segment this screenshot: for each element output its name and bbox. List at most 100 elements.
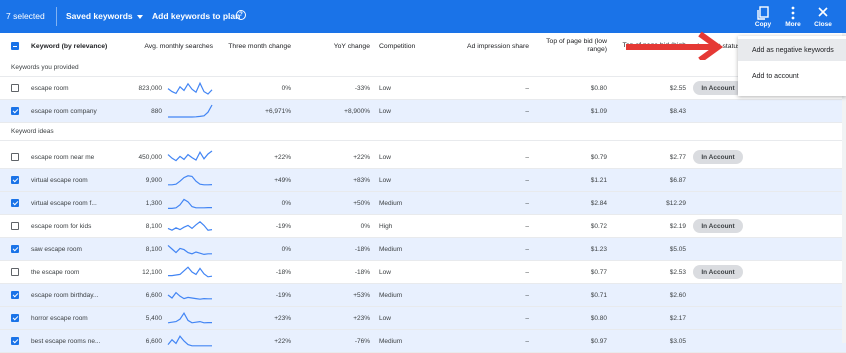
row-checkbox[interactable] <box>11 222 19 230</box>
col-ad-impression-share[interactable]: Ad impression share <box>450 33 529 59</box>
col-keyword[interactable]: Keyword (by relevance) <box>31 33 131 59</box>
row-checkbox[interactable] <box>11 153 19 161</box>
copy-button[interactable]: Copy <box>750 4 776 30</box>
sparkline-path <box>167 150 213 162</box>
table-row[interactable]: escape room near me 450,000 +22% +22% Low – $0… <box>0 146 846 169</box>
competition: High <box>379 222 393 230</box>
help-icon[interactable]: ? <box>236 10 246 20</box>
table-row[interactable]: saw escape room 8,100 0% -18% Medium – $1.23 $5… <box>0 238 846 261</box>
ad-impression-share: – <box>525 176 529 184</box>
close-icon <box>818 7 828 17</box>
row-checkbox[interactable] <box>11 199 19 207</box>
avg-monthly-searches: 5,400 <box>145 314 162 322</box>
sparkline-path <box>167 335 212 347</box>
competition: Medium <box>379 291 403 299</box>
menu-item-add-negative-label: Add as negative keywords <box>752 46 834 54</box>
top-bid-high: $3.05 <box>669 337 686 345</box>
yoy-change: +22% <box>353 153 370 161</box>
in-account-badge: In Account <box>693 219 743 233</box>
three-month-change: 0% <box>281 245 291 253</box>
sparkline-path <box>168 198 212 209</box>
keyword-text: escape room near me <box>31 153 95 161</box>
competition: Medium <box>379 245 403 253</box>
top-bid-low: $0.79 <box>590 153 607 161</box>
col-avg-monthly-searches[interactable]: Avg. monthly searches <box>130 33 213 59</box>
top-bid-low: $1.23 <box>590 245 607 253</box>
row-checkbox[interactable] <box>11 176 19 184</box>
row-checkbox[interactable] <box>11 107 19 115</box>
top-bid-low: $0.97 <box>590 337 607 345</box>
row-checkbox[interactable] <box>11 337 19 345</box>
row-checkbox[interactable] <box>11 268 19 276</box>
ad-impression-share: – <box>525 291 529 299</box>
trend-sparkline <box>167 312 212 324</box>
menu-item-add-to-account-label: Add to account <box>752 72 799 80</box>
more-label: More <box>785 21 801 28</box>
section-provided-label: Keywords you provided <box>11 64 79 71</box>
ad-impression-share: – <box>525 268 529 276</box>
top-bid-high: $2.19 <box>669 222 686 230</box>
three-month-change: +22% <box>274 153 291 161</box>
col-competition[interactable]: Competition <box>379 33 439 59</box>
table-row[interactable]: escape room for kids 8,100 -19% 0% High – $0.7… <box>0 215 846 238</box>
ad-impression-share: – <box>525 314 529 322</box>
table-row[interactable]: virtual escape room f... 1,300 0% +50% Mediu… <box>0 192 846 215</box>
close-label: Close <box>814 21 832 28</box>
top-bid-low: $0.72 <box>590 222 607 230</box>
select-all-checkbox[interactable] <box>11 42 19 50</box>
keyword-text: best escape rooms ne... <box>31 337 101 345</box>
competition: Low <box>379 153 391 161</box>
menu-item-add-to-account[interactable]: Add to account <box>738 65 846 87</box>
top-bid-low: $0.77 <box>590 268 607 276</box>
yoy-change: -18% <box>354 268 370 276</box>
table-row[interactable]: escape room birthday... 6,600 -19% +53% Medi… <box>0 284 846 307</box>
ad-impression-share: – <box>525 245 529 253</box>
row-checkbox[interactable] <box>11 291 19 299</box>
in-account-badge: In Account <box>693 81 743 95</box>
in-account-badge: In Account <box>693 265 743 279</box>
keyword-text: virtual escape room f... <box>31 199 97 207</box>
table-row[interactable]: horror escape room 5,400 +23% +23% Low – $0.80… <box>0 307 846 330</box>
keyword-text: horror escape room <box>31 314 88 322</box>
competition: Low <box>379 314 391 322</box>
copy-icon <box>757 6 769 20</box>
table-row[interactable]: the escape room 12,100 -18% -18% Low – $0.77 $2… <box>0 261 846 284</box>
add-keywords-to-plan-button[interactable]: Add keywords to plan <box>152 11 240 21</box>
trend-sparkline <box>168 266 213 278</box>
yoy-change: -33% <box>354 84 370 92</box>
col-yoy-change[interactable]: YoY change <box>300 33 370 59</box>
toolbar-divider <box>56 7 57 26</box>
table-row[interactable]: escape room company 880 +6,971% +8,900% Low –… <box>0 100 846 123</box>
top-bid-high: $2.55 <box>669 84 686 92</box>
trend-sparkline <box>167 150 213 162</box>
competition: Low <box>379 107 391 115</box>
table-row[interactable]: virtual escape room 9,900 +49% +83% Low – $1.2… <box>0 169 846 192</box>
caret-down-icon <box>136 14 143 19</box>
col-three-month-change[interactable]: Three month change <box>222 33 291 59</box>
table-row[interactable]: escape room 823,000 0% -33% Low – $0.80 $2.55 In… <box>0 77 846 100</box>
trend-sparkline <box>168 175 213 186</box>
saved-keywords-dropdown[interactable]: Saved keywords <box>66 11 143 21</box>
three-month-change: +22% <box>274 337 291 345</box>
top-bid-low: $0.71 <box>590 291 607 299</box>
top-bid-high: $6.87 <box>669 176 686 184</box>
competition: Medium <box>379 337 403 345</box>
three-month-change: -19% <box>275 291 291 299</box>
row-checkbox[interactable] <box>11 84 19 92</box>
trend-sparkline <box>167 291 212 300</box>
top-bid-low: $1.21 <box>590 176 607 184</box>
three-month-change: +6,971% <box>265 107 291 115</box>
row-checkbox[interactable] <box>11 314 19 322</box>
keyword-text: the escape room <box>31 268 80 276</box>
avg-monthly-searches: 8,100 <box>145 222 162 230</box>
ad-impression-share: – <box>525 107 529 115</box>
trend-sparkline <box>168 198 212 209</box>
avg-monthly-searches: 823,000 <box>138 84 163 92</box>
col-top-bid-low[interactable]: Top of page bid (low range) <box>540 33 607 59</box>
yoy-change: -18% <box>354 245 370 253</box>
row-checkbox[interactable] <box>11 245 19 253</box>
more-button[interactable]: More <box>780 4 806 30</box>
table-row[interactable]: best escape rooms ne... 6,600 +22% -76% Medi… <box>0 330 846 353</box>
menu-item-add-negative[interactable]: Add as negative keywords <box>738 39 846 61</box>
close-button[interactable]: Close <box>810 4 836 30</box>
